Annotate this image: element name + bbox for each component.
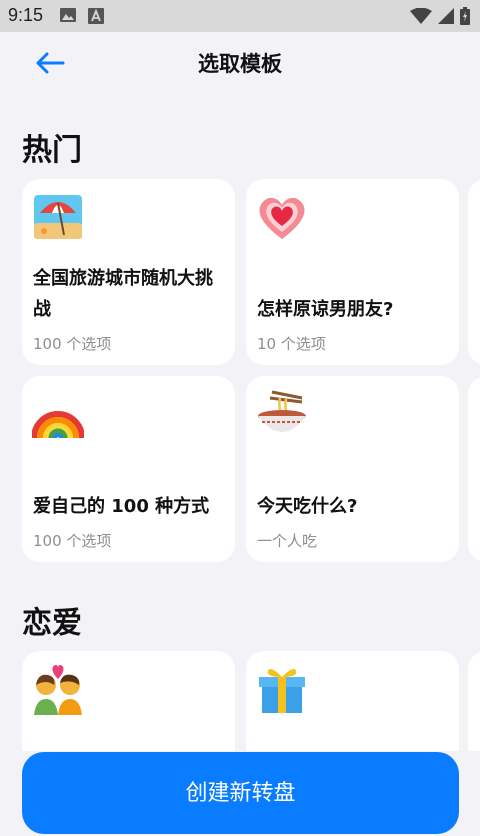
page-title: 选取模板 bbox=[198, 52, 282, 76]
card-title: 爱自己的 100 种方式 bbox=[33, 496, 210, 517]
heart-icon bbox=[259, 197, 305, 239]
card-title: 今天吃什么? bbox=[257, 496, 358, 517]
card-subtitle: 10 个选项 bbox=[257, 335, 326, 353]
template-card-partial[interactable] bbox=[468, 651, 480, 751]
card-title: 怎样原谅男朋友? bbox=[257, 299, 394, 320]
signal-icon bbox=[438, 8, 454, 24]
template-card[interactable]: 怎样原谅男朋友? 10 个选项 bbox=[246, 179, 459, 365]
card-subtitle: 一个人吃 bbox=[257, 532, 318, 550]
template-card[interactable]: 今天吃什么? 一个人吃 bbox=[246, 376, 459, 562]
template-card[interactable]: 爱自己的 100 种方式 100 个选项 bbox=[22, 376, 235, 562]
couple-with-heart-icon bbox=[34, 665, 82, 715]
status-time: 9:15 bbox=[8, 5, 44, 25]
card-subtitle: 100 个选项 bbox=[33, 335, 112, 353]
app-notification-icon bbox=[88, 8, 104, 24]
beach-umbrella-icon bbox=[34, 195, 82, 239]
template-card[interactable] bbox=[246, 651, 459, 751]
gift-icon bbox=[259, 669, 305, 713]
rainbow-icon bbox=[32, 411, 84, 439]
wifi-icon bbox=[410, 8, 432, 24]
create-new-wheel-button[interactable]: 创建新转盘 bbox=[22, 752, 459, 834]
status-bar: 9:15 bbox=[0, 0, 480, 32]
section-title-love: 恋爱 bbox=[22, 606, 82, 641]
battery-icon bbox=[460, 7, 470, 25]
template-card[interactable]: 全国旅游城市随机大挑战 100 个选项 bbox=[22, 179, 235, 365]
image-notification-icon bbox=[60, 8, 76, 22]
noodle-bowl-icon bbox=[258, 390, 306, 432]
template-card[interactable] bbox=[22, 651, 235, 751]
card-subtitle: 100 个选项 bbox=[33, 532, 112, 550]
template-card-partial[interactable] bbox=[468, 376, 480, 562]
section-title-hot: 热门 bbox=[22, 133, 82, 168]
app-bar: 选取模板 bbox=[0, 32, 480, 94]
card-title: 全国旅游城市随机大挑战 bbox=[33, 268, 213, 320]
template-card-partial[interactable] bbox=[468, 179, 480, 365]
